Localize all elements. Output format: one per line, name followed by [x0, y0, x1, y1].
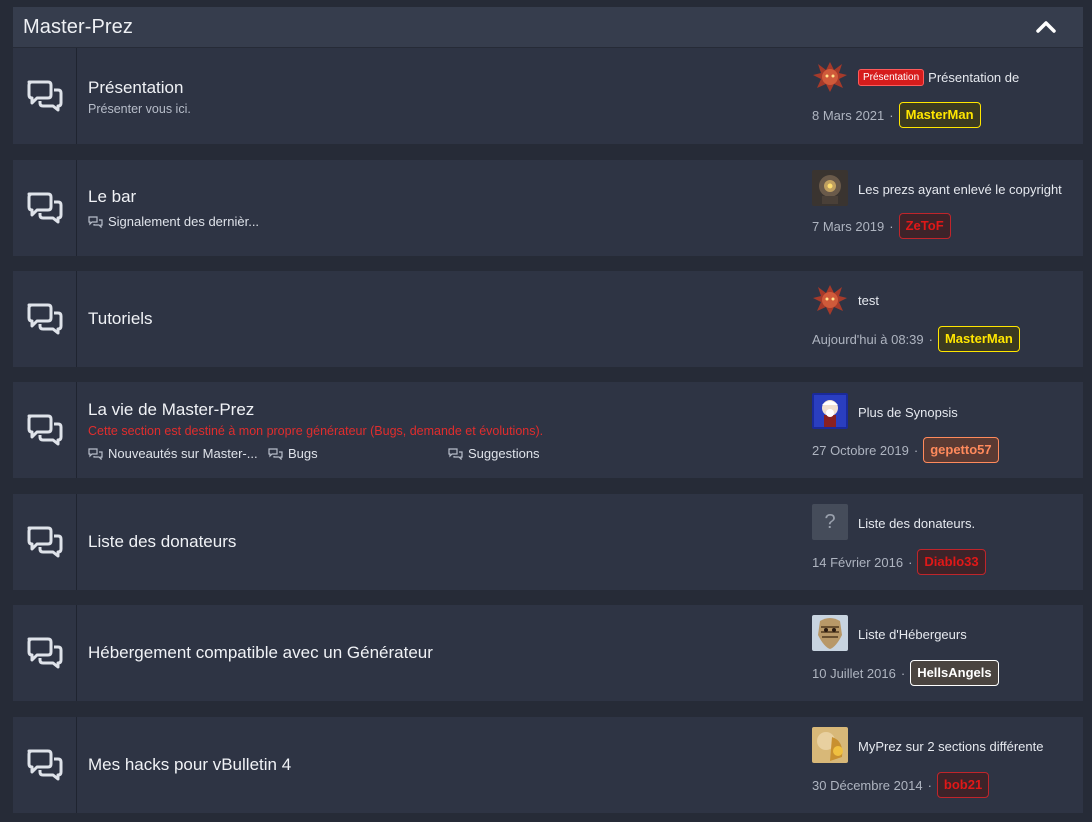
- last-post-date: 27 Octobre 2019: [812, 442, 909, 458]
- username-badge[interactable]: bob21: [936, 772, 990, 798]
- meta-separator: ·: [913, 442, 919, 458]
- meta-separator: ·: [927, 777, 932, 793]
- speech-bubbles-icon: [27, 192, 62, 224]
- speech-bubbles-icon: [27, 749, 62, 781]
- avatar[interactable]: [812, 58, 848, 94]
- forum-title[interactable]: Mes hacks pour vBulletin 4: [88, 755, 291, 775]
- forum-title[interactable]: Présentation: [88, 78, 183, 98]
- last-post-meta: 8 Mars 2021 · MasterMan: [812, 102, 981, 128]
- subforum-link[interactable]: Nouveautés sur Master-...: [88, 446, 258, 461]
- category-title[interactable]: Master-Prez: [23, 16, 133, 39]
- avatar[interactable]: [812, 615, 848, 651]
- last-post-title-text[interactable]: MyPrez sur 2 sections différente: [858, 739, 1043, 754]
- meta-separator: ·: [889, 107, 894, 123]
- subforum-link[interactable]: Bugs: [268, 446, 318, 461]
- last-post: test Aujourd'hui à 08:39 · MasterMan: [812, 271, 1082, 367]
- speech-bubbles-icon: [27, 637, 62, 669]
- last-post-date: 7 Mars 2019: [812, 218, 885, 234]
- last-post-meta: 7 Mars 2019 · ZeToF: [812, 213, 951, 239]
- forum-title[interactable]: Le bar: [88, 187, 136, 207]
- forum-row: Liste des donateurs ? Liste des donateur…: [13, 494, 1083, 590]
- last-post-title-text[interactable]: Plus de Synopsis: [858, 405, 958, 420]
- forum-description: Cette section est destiné à mon propre g…: [88, 424, 544, 438]
- last-post-title[interactable]: Les prezs ayant enlevé le copyright: [858, 182, 1062, 197]
- last-post-title[interactable]: MyPrez sur 2 sections différente: [858, 739, 1043, 754]
- avatar[interactable]: [812, 393, 848, 429]
- last-post: ? Liste des donateurs. 14 Février 2016 ·…: [812, 494, 1082, 590]
- last-post-title[interactable]: test: [858, 293, 879, 308]
- last-post-meta: 10 Juillet 2016 · HellsAngels: [812, 660, 999, 686]
- subforum-label[interactable]: Signalement des dernièr...: [108, 214, 259, 229]
- last-post: MyPrez sur 2 sections différente 30 Déce…: [812, 717, 1082, 813]
- forum-title[interactable]: Tutoriels: [88, 309, 153, 329]
- last-post-date: 8 Mars 2021: [812, 107, 885, 123]
- subforum-label[interactable]: Bugs: [288, 446, 318, 461]
- subforum-label[interactable]: Suggestions: [468, 446, 540, 461]
- meta-separator: ·: [889, 218, 894, 234]
- speech-bubbles-icon: [27, 303, 62, 335]
- last-post-meta: 27 Octobre 2019 · gepetto57: [812, 437, 999, 463]
- forum-row: Hébergement compatible avec un Générateu…: [13, 605, 1083, 701]
- forum-row: Tutoriels test Aujourd'hui à 08:39 · Mas…: [13, 271, 1083, 367]
- last-post-title-text[interactable]: test: [858, 293, 879, 308]
- last-post: Liste d'Hébergeurs 10 Juillet 2016 · Hel…: [812, 605, 1082, 701]
- forum-description: Présenter vous ici.: [88, 102, 191, 116]
- last-post-title-text[interactable]: Liste des donateurs.: [858, 516, 975, 531]
- speech-bubbles-icon: [27, 80, 62, 112]
- last-post-title-text[interactable]: Les prezs ayant enlevé le copyright: [858, 182, 1062, 197]
- username-badge[interactable]: ZeToF: [898, 213, 951, 239]
- forum-row: Mes hacks pour vBulletin 4 MyPrez sur 2 …: [13, 717, 1083, 813]
- category-header: Master-Prez: [13, 7, 1083, 47]
- prefix-badge[interactable]: Présentation: [858, 69, 925, 86]
- avatar[interactable]: [812, 170, 848, 206]
- last-post-title[interactable]: Présentation Présentation de: [858, 69, 1019, 86]
- forum-row: Présentation Présenter vous ici. Présent…: [13, 48, 1083, 144]
- speech-bubbles-icon: [27, 414, 62, 446]
- username-badge[interactable]: gepetto57: [923, 437, 999, 463]
- username-badge[interactable]: HellsAngels: [910, 660, 999, 686]
- small-speech-bubbles-icon: [448, 447, 463, 460]
- last-post: Présentation Présentation de 8 Mars 2021…: [812, 48, 1082, 144]
- collapse-button[interactable]: [1035, 16, 1057, 38]
- last-post-title[interactable]: Liste des donateurs.: [858, 516, 975, 531]
- forum-title[interactable]: La vie de Master-Prez: [88, 400, 254, 420]
- small-speech-bubbles-icon: [88, 447, 103, 460]
- last-post-title-text[interactable]: Présentation de: [928, 70, 1019, 85]
- avatar[interactable]: [812, 281, 848, 317]
- last-post-meta: 30 Décembre 2014 · bob21: [812, 772, 990, 798]
- last-post-title[interactable]: Plus de Synopsis: [858, 405, 958, 420]
- username-badge[interactable]: Diablo33: [917, 549, 986, 575]
- forum-title[interactable]: Liste des donateurs: [88, 532, 236, 552]
- avatar[interactable]: [812, 727, 848, 763]
- last-post-title-text[interactable]: Liste d'Hébergeurs: [858, 627, 967, 642]
- meta-separator: ·: [928, 331, 933, 347]
- meta-separator: ·: [900, 665, 906, 681]
- subforum-link[interactable]: Signalement des dernièr...: [88, 214, 259, 229]
- last-post-date: 30 Décembre 2014: [812, 777, 923, 793]
- subforum-label[interactable]: Nouveautés sur Master-...: [108, 446, 258, 461]
- speech-bubbles-icon: [27, 526, 62, 558]
- last-post-title[interactable]: Liste d'Hébergeurs: [858, 627, 967, 642]
- chevron-up-icon: [1036, 21, 1056, 33]
- small-speech-bubbles-icon: [268, 447, 283, 460]
- username-badge[interactable]: MasterMan: [937, 326, 1020, 352]
- forum-row: La vie de Master-Prez Cette section est …: [13, 382, 1083, 478]
- last-post-meta: Aujourd'hui à 08:39 · MasterMan: [812, 326, 1020, 352]
- meta-separator: ·: [908, 554, 913, 570]
- last-post-date: 10 Juillet 2016: [812, 665, 896, 681]
- forum-title[interactable]: Hébergement compatible avec un Générateu…: [88, 643, 433, 663]
- small-speech-bubbles-icon: [88, 215, 103, 228]
- forum-row: Le bar Signalement des dernièr... Les pr…: [13, 160, 1083, 256]
- last-post-date: Aujourd'hui à 08:39: [812, 331, 924, 347]
- last-post-date: 14 Février 2016: [812, 554, 904, 570]
- last-post-meta: 14 Février 2016 · Diablo33: [812, 549, 986, 575]
- last-post: Les prezs ayant enlevé le copyright 7 Ma…: [812, 160, 1082, 256]
- subforum-link[interactable]: Suggestions: [448, 446, 540, 461]
- last-post: Plus de Synopsis 27 Octobre 2019 · gepet…: [812, 382, 1082, 478]
- username-badge[interactable]: MasterMan: [898, 102, 981, 128]
- avatar-placeholder[interactable]: ?: [812, 504, 848, 540]
